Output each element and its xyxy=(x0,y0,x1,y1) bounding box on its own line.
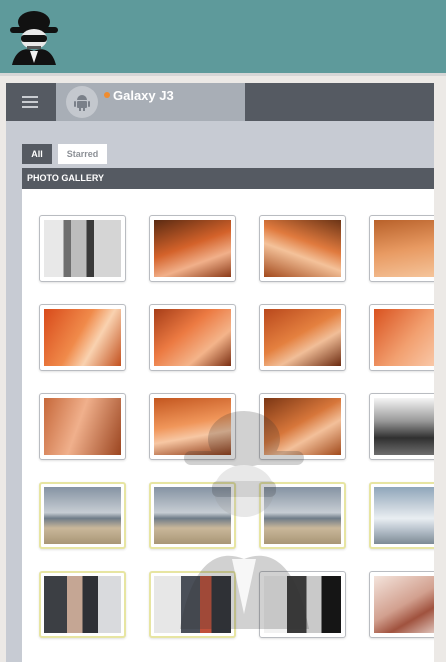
photo-thumbnail[interactable] xyxy=(369,304,434,371)
photo-image xyxy=(154,487,231,544)
spy-logo-icon xyxy=(10,11,58,65)
android-icon xyxy=(66,86,98,118)
photo-thumbnail[interactable] xyxy=(259,215,346,282)
photo-image xyxy=(44,398,121,455)
photo-thumbnail[interactable] xyxy=(259,304,346,371)
photo-image xyxy=(264,398,341,455)
photo-thumbnail[interactable] xyxy=(259,571,346,638)
photo-thumbnail[interactable] xyxy=(369,393,434,460)
photo-image xyxy=(44,576,121,633)
photo-thumbnail[interactable] xyxy=(39,215,126,282)
tab-starred[interactable]: Starred xyxy=(58,144,107,164)
photo-image xyxy=(374,220,434,277)
photo-thumbnail[interactable] xyxy=(259,482,346,549)
photo-image xyxy=(264,576,341,633)
photo-thumbnail[interactable] xyxy=(39,571,126,638)
photo-thumbnail[interactable] xyxy=(149,571,236,638)
photo-thumbnail[interactable] xyxy=(149,482,236,549)
photo-image xyxy=(264,220,341,277)
gallery-body xyxy=(22,189,434,662)
photo-image xyxy=(154,576,231,633)
photo-thumbnail[interactable] xyxy=(369,571,434,638)
photo-image xyxy=(374,487,434,544)
device-app-panel: Galaxy J3 All Starred PHOTO GALLERY xyxy=(6,83,434,662)
online-status-dot xyxy=(104,92,110,98)
photo-image xyxy=(44,487,121,544)
photo-image xyxy=(374,576,434,633)
device-bar: Galaxy J3 xyxy=(6,83,434,121)
photo-thumbnail[interactable] xyxy=(369,215,434,282)
photo-image xyxy=(264,487,341,544)
photo-thumbnail[interactable] xyxy=(149,393,236,460)
photo-thumbnail[interactable] xyxy=(369,482,434,549)
photo-image xyxy=(44,309,121,366)
top-banner xyxy=(0,0,446,76)
photo-image xyxy=(374,398,434,455)
photo-thumbnail[interactable] xyxy=(149,215,236,282)
photo-image xyxy=(44,220,121,277)
photo-image xyxy=(154,220,231,277)
photo-image xyxy=(154,309,231,366)
photo-thumbnail[interactable] xyxy=(259,393,346,460)
gallery-header: PHOTO GALLERY xyxy=(22,168,434,189)
photo-image xyxy=(154,398,231,455)
hamburger-menu-icon xyxy=(22,96,38,108)
photo-thumbnail[interactable] xyxy=(39,482,126,549)
photo-thumbnail[interactable] xyxy=(39,304,126,371)
photo-thumbnail[interactable] xyxy=(149,304,236,371)
photo-image xyxy=(264,309,341,366)
device-name: Galaxy J3 xyxy=(113,88,174,103)
photo-thumbnail[interactable] xyxy=(39,393,126,460)
tab-all[interactable]: All xyxy=(22,144,52,164)
menu-button[interactable] xyxy=(6,83,54,121)
photo-image xyxy=(374,309,434,366)
device-tab[interactable]: Galaxy J3 xyxy=(56,83,245,121)
